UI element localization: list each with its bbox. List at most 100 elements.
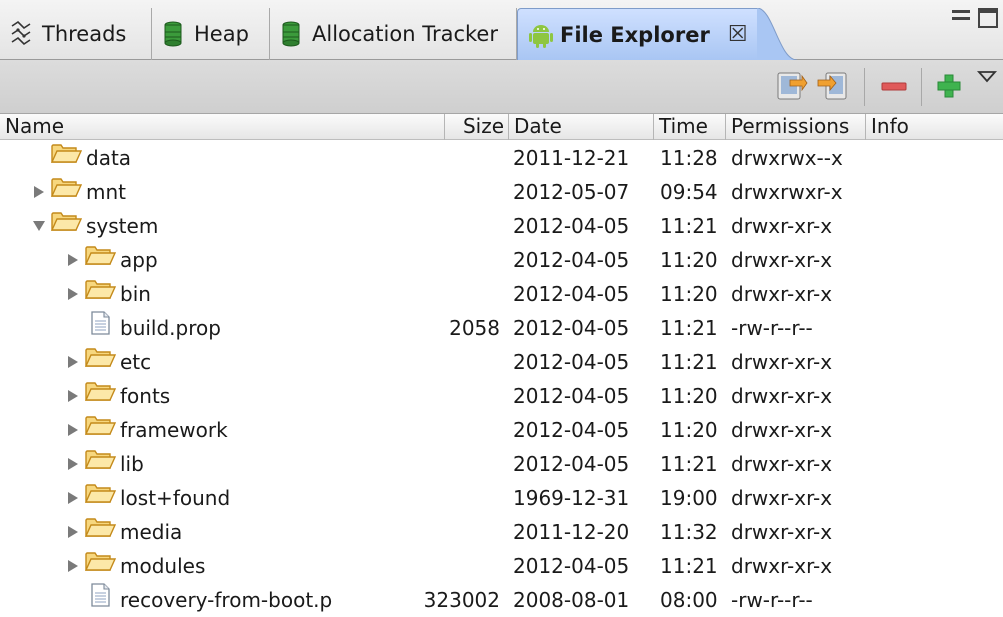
- folder-icon: [84, 345, 117, 369]
- table-row[interactable]: lost+found 1969-12-31 19:00 drwxr-xr-x: [0, 481, 1003, 515]
- folder-icon: [84, 243, 117, 267]
- table-row[interactable]: data 2011-12-21 11:28 drwxrwx--x: [0, 141, 1003, 175]
- tab-file-explorer[interactable]: File Explorer ☒: [517, 8, 757, 60]
- file-name: modules: [120, 554, 206, 578]
- table-row[interactable]: recovery-from-boot.p 323002 2008-08-01 08:0…: [0, 583, 1003, 617]
- close-tab-icon[interactable]: ☒: [728, 22, 748, 47]
- column-header-date[interactable]: Date: [509, 114, 654, 140]
- file-time: 11:20: [660, 282, 718, 306]
- minimize-icon[interactable]: [952, 10, 970, 20]
- column-header-permissions[interactable]: Permissions: [726, 114, 866, 140]
- allocation-tracker-icon: [280, 20, 304, 48]
- file-time: 08:00: [660, 588, 718, 612]
- file-date: 1969-12-31: [513, 486, 630, 510]
- file-date: 2012-04-05: [513, 316, 630, 340]
- table-row[interactable]: bin 2012-04-05 11:20 drwxr-xr-x: [0, 277, 1003, 311]
- collapse-arrow-icon[interactable]: [66, 515, 80, 549]
- file-permissions: drwxr-xr-x: [731, 418, 833, 442]
- file-date: 2012-04-05: [513, 350, 630, 374]
- view-tab-bar: Threads Heap Allocation Tracker File Exp…: [0, 0, 1003, 60]
- file-date: 2011-12-21: [513, 146, 630, 170]
- file-date: 2012-05-07: [513, 180, 630, 204]
- tab-threads[interactable]: Threads: [0, 8, 152, 60]
- table-row[interactable]: app 2012-04-05 11:20 drwxr-xr-x: [0, 243, 1003, 277]
- table-row[interactable]: fonts 2012-04-05 11:20 drwxr-xr-x: [0, 379, 1003, 413]
- collapse-arrow-icon[interactable]: [66, 277, 80, 311]
- file-date: 2012-04-05: [513, 452, 630, 476]
- file-explorer-toolbar: [0, 60, 1003, 114]
- tab-allocation-tracker[interactable]: Allocation Tracker: [270, 8, 517, 60]
- folder-icon: [50, 141, 83, 165]
- file-permissions: drwxr-xr-x: [731, 384, 833, 408]
- collapse-arrow-icon[interactable]: [66, 379, 80, 413]
- toolbar-separator: [864, 68, 865, 106]
- tab-threads-label: Threads: [42, 22, 127, 46]
- column-header-info[interactable]: Info: [866, 114, 1003, 140]
- file-time: 11:21: [660, 554, 718, 578]
- collapse-arrow-icon[interactable]: [66, 243, 80, 277]
- view-menu-icon[interactable]: [976, 66, 998, 83]
- file-time: 11:21: [660, 452, 718, 476]
- file-name: app: [120, 248, 158, 272]
- table-row[interactable]: lib 2012-04-05 11:21 drwxr-xr-x: [0, 447, 1003, 481]
- delete-icon[interactable]: [877, 70, 911, 102]
- file-date: 2012-04-05: [513, 418, 630, 442]
- collapse-arrow-icon[interactable]: [32, 175, 46, 209]
- file-time: 19:00: [660, 486, 718, 510]
- collapse-arrow-icon[interactable]: [66, 413, 80, 447]
- file-permissions: drwxr-xr-x: [731, 520, 833, 544]
- file-permissions: drwxr-xr-x: [731, 282, 833, 306]
- push-file-icon[interactable]: [816, 70, 850, 102]
- maximize-icon[interactable]: [978, 8, 998, 28]
- table-header: Name Size Date Time Permissions Info: [0, 114, 1003, 140]
- file-name: fonts: [120, 384, 171, 408]
- folder-icon: [84, 277, 117, 301]
- file-permissions: drwxr-xr-x: [731, 248, 833, 272]
- file-time: 11:20: [660, 248, 718, 272]
- folder-icon: [50, 175, 83, 199]
- file-name: mnt: [86, 180, 126, 204]
- file-size: 323002: [423, 588, 500, 612]
- file-permissions: -rw-r--r--: [731, 316, 813, 340]
- pull-file-icon[interactable]: [774, 70, 808, 102]
- table-row[interactable]: system 2012-04-05 11:21 drwxr-xr-x: [0, 209, 1003, 243]
- file-name: lost+found: [120, 486, 231, 510]
- file-name: data: [86, 146, 132, 170]
- file-time: 11:21: [660, 316, 718, 340]
- file-date: 2012-04-05: [513, 214, 630, 238]
- table-row[interactable]: mnt 2012-05-07 09:54 drwxrwxr-x: [0, 175, 1003, 209]
- expand-arrow-icon[interactable]: [32, 209, 46, 243]
- folder-icon: [84, 481, 117, 505]
- collapse-arrow-icon[interactable]: [66, 345, 80, 379]
- column-header-name[interactable]: Name: [0, 114, 445, 140]
- file-time: 11:28: [660, 146, 718, 170]
- table-row[interactable]: framework 2012-04-05 11:20 drwxr-xr-x: [0, 413, 1003, 447]
- folder-icon: [50, 209, 83, 233]
- file-date: 2012-04-05: [513, 554, 630, 578]
- file-time: 11:32: [660, 520, 718, 544]
- file-time: 09:54: [660, 180, 718, 204]
- collapse-arrow-icon[interactable]: [66, 481, 80, 515]
- collapse-arrow-icon[interactable]: [66, 549, 80, 583]
- folder-icon: [84, 379, 117, 403]
- table-row[interactable]: modules 2012-04-05 11:21 drwxr-xr-x: [0, 549, 1003, 583]
- table-row[interactable]: build.prop 2058 2012-04-05 11:21 -rw-r--r--: [0, 311, 1003, 345]
- file-date: 2012-04-05: [513, 384, 630, 408]
- file-time: 11:20: [660, 384, 718, 408]
- tab-heap-label: Heap: [194, 22, 249, 46]
- new-folder-icon[interactable]: [932, 70, 966, 102]
- file-permissions: drwxr-xr-x: [731, 486, 833, 510]
- active-tab-edge: [757, 8, 797, 60]
- column-header-time[interactable]: Time: [654, 114, 726, 140]
- tab-heap[interactable]: Heap: [152, 8, 270, 60]
- folder-icon: [84, 447, 117, 471]
- file-name: bin: [120, 282, 151, 306]
- table-row[interactable]: etc 2012-04-05 11:21 drwxr-xr-x: [0, 345, 1003, 379]
- folder-icon: [84, 515, 117, 539]
- table-row[interactable]: media 2011-12-20 11:32 drwxr-xr-x: [0, 515, 1003, 549]
- file-permissions: -rw-r--r--: [731, 588, 813, 612]
- folder-icon: [84, 413, 117, 437]
- collapse-arrow-icon[interactable]: [66, 447, 80, 481]
- column-header-size[interactable]: Size: [445, 114, 509, 140]
- file-time: 11:20: [660, 418, 718, 442]
